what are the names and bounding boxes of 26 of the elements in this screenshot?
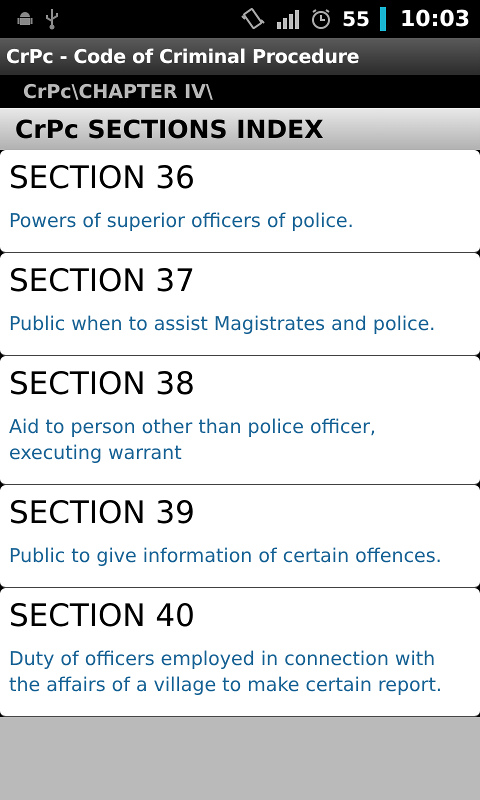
section-description: Aid to person other than police officer, executing warrant xyxy=(9,415,377,466)
usb-icon xyxy=(44,8,60,30)
section-title: SECTION 37 xyxy=(9,262,196,301)
app-title: CrPc - Code of Criminal Procedure xyxy=(6,46,360,68)
section-list-item[interactable]: SECTION 37 Public when to assist Magistrates and police. xyxy=(0,253,480,356)
vibrate-icon xyxy=(240,7,266,31)
section-title: SECTION 36 xyxy=(9,159,196,198)
section-list-item[interactable]: SECTION 38 Aid to person other than police officer, executing warrant xyxy=(0,356,480,485)
list-header: CrPc SECTIONS INDEX xyxy=(15,114,324,144)
section-title: SECTION 40 xyxy=(9,597,196,636)
section-description: Public when to assist Magistrates and police. xyxy=(9,312,436,337)
battery-icon xyxy=(380,7,386,31)
section-title: SECTION 38 xyxy=(9,365,196,404)
section-title: SECTION 39 xyxy=(9,494,196,533)
signal-icon xyxy=(276,8,300,30)
section-description: Duty of officers employed in connection with the affairs of a village to make certain report. xyxy=(9,647,443,698)
breadcrumb-path: CrPc\CHAPTER IV\ xyxy=(23,80,213,102)
section-description: Public to give information of certain offences. xyxy=(9,544,443,569)
alarm-clock-icon xyxy=(310,8,332,30)
android-icon xyxy=(16,10,34,28)
section-description: Powers of superior officers of police. xyxy=(9,209,355,234)
clock-time: 10:03 xyxy=(400,6,470,32)
battery-level: 55 xyxy=(342,7,370,31)
section-list-item[interactable]: SECTION 39 Public to give information of certain offences. xyxy=(0,485,480,588)
section-list-item[interactable]: SECTION 40 Duty of officers employed in connection with the affairs of a village to make certain report. xyxy=(0,588,480,717)
section-list-item[interactable]: SECTION 36 Powers of superior officers of police. xyxy=(0,150,480,253)
